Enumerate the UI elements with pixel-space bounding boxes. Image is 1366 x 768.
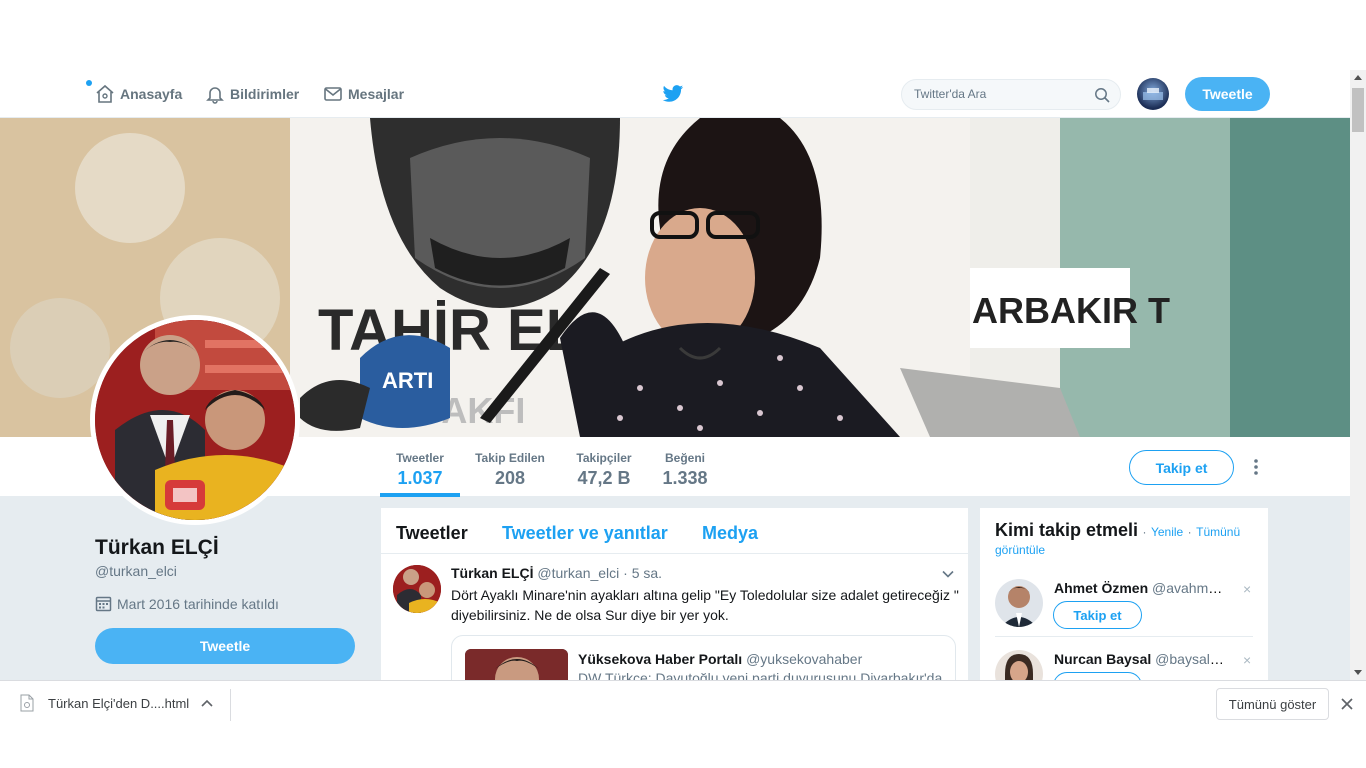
- tweet-avatar-image: [393, 565, 441, 613]
- search-box[interactable]: [901, 79, 1121, 110]
- card-title: Yüksekova Haber Portalı @yuksekovahaber: [578, 651, 862, 667]
- card-source-handle: @yuksekovahaber: [746, 651, 863, 667]
- stat-label: Takipçiler: [576, 451, 632, 465]
- stat-value: 1.037: [397, 468, 443, 488]
- scroll-up-arrow-icon[interactable]: [1354, 75, 1362, 80]
- tweet-text: Dört Ayaklı Minare'nin ayakları altına g…: [451, 587, 959, 623]
- suggested-user-avatar[interactable]: [995, 650, 1043, 680]
- suggestion-divider: [995, 636, 1253, 637]
- profile-avatar-image: [95, 320, 295, 520]
- nav-home[interactable]: Anasayfa: [95, 84, 182, 104]
- home-icon: [96, 84, 114, 103]
- nav-notifications[interactable]: Bildirimler: [205, 84, 299, 104]
- downloaded-file[interactable]: Türkan Elçi'den D....html: [20, 694, 189, 712]
- download-divider: [230, 689, 231, 721]
- tab-tweets-and-replies[interactable]: Tweetler ve yanıtlar: [502, 523, 668, 544]
- profile-name[interactable]: Türkan ELÇİ: [95, 536, 219, 560]
- who-to-follow-heading: Kimi takip etmeli: [995, 520, 1139, 540]
- suggested-user-follow-button[interactable]: Takip et: [1053, 672, 1142, 680]
- separator-dot: ·: [1142, 525, 1147, 539]
- twitter-bird-icon[interactable]: [662, 84, 684, 104]
- timeline: Tweetler Tweetler ve yanıtlar Medya Türk…: [381, 508, 968, 680]
- scroll-down-arrow-icon[interactable]: [1354, 670, 1362, 675]
- nav-home-label: Anasayfa: [120, 86, 183, 102]
- tweet-time[interactable]: · 5 sa.: [623, 565, 662, 581]
- nav-messages[interactable]: Mesajlar: [323, 84, 404, 104]
- profile-joined: Mart 2016 tarihinde katıldı: [95, 595, 279, 612]
- suggested-user[interactable]: Nurcan Baysal @baysal_n... × Takip et: [995, 650, 1253, 680]
- tweet-button[interactable]: Tweetle: [1185, 77, 1270, 111]
- tweet-avatar[interactable]: [393, 565, 441, 613]
- tweet-header: Türkan ELÇİ @turkan_elci · 5 sa.: [451, 565, 662, 581]
- profile-handle[interactable]: @turkan_elci: [95, 563, 177, 579]
- suggested-user-avatar-image: [995, 579, 1043, 627]
- banner-side-text: ARBAKIR T: [972, 290, 1170, 331]
- suggested-user-display-name[interactable]: Ahmet Özmen: [1054, 580, 1148, 596]
- stat-label: Beğeni: [664, 451, 705, 465]
- file-icon: [20, 694, 34, 712]
- suggested-user-avatar-image: [995, 650, 1043, 680]
- banner-mic-label: ARTI: [382, 368, 433, 393]
- suggested-user-avatar[interactable]: [995, 579, 1043, 627]
- new-activity-dot: [86, 80, 92, 86]
- follow-button[interactable]: Takip et: [1129, 450, 1234, 485]
- show-all-downloads-button[interactable]: Tümünü göster: [1216, 688, 1329, 720]
- suggested-user-follow-button[interactable]: Takip et: [1053, 601, 1142, 629]
- bell-icon: [206, 87, 224, 104]
- card-image-photo: [465, 649, 568, 680]
- chevron-down-icon[interactable]: [941, 567, 955, 581]
- suggested-user-handle[interactable]: @baysal_n...: [1155, 651, 1229, 667]
- quoted-tweet-card[interactable]: Yüksekova Haber Portalı @yuksekovahaber …: [451, 635, 956, 680]
- card-text: DW Türkçe: Davutoğlu yeni parti duyurusu…: [578, 670, 943, 680]
- tab-media[interactable]: Medya: [702, 523, 758, 544]
- nav-messages-label: Mesajlar: [348, 86, 405, 102]
- dismiss-suggestion-icon[interactable]: ×: [1243, 652, 1251, 668]
- nav-notifications-label: Bildirimler: [230, 86, 300, 102]
- suggested-user-display-name[interactable]: Nurcan Baysal: [1054, 651, 1151, 667]
- downloaded-file-name: Türkan Elçi'den D....html: [48, 695, 190, 711]
- dismiss-suggestion-icon[interactable]: ×: [1243, 581, 1251, 597]
- stat-value: 208: [494, 468, 526, 488]
- chevron-up-icon[interactable]: [201, 698, 213, 708]
- timeline-tabs: Tweetler Tweetler ve yanıtlar Medya: [381, 508, 968, 554]
- account-avatar[interactable]: [1137, 78, 1169, 110]
- stat-label: Tweetler: [396, 451, 444, 465]
- stat-likes[interactable]: Beğeni 1.338: [645, 451, 725, 489]
- separator-dot: ·: [1187, 525, 1192, 539]
- profile-tweet-button[interactable]: Tweetle: [95, 628, 355, 664]
- search-input[interactable]: [914, 87, 1084, 101]
- more-options-icon[interactable]: [1247, 457, 1265, 477]
- profile-joined-text: Mart 2016 tarihinde katıldı: [117, 595, 279, 612]
- browser-viewport: Anasayfa Bildirimler Mesajlar Tweetle: [0, 0, 1366, 768]
- scrollbar-thumb[interactable]: [1352, 88, 1364, 132]
- account-avatar-image: [1143, 88, 1163, 100]
- envelope-icon: [324, 87, 342, 101]
- stat-followers[interactable]: Takipçiler 47,2 B: [564, 451, 644, 489]
- tab-tweets[interactable]: Tweetler: [396, 523, 468, 544]
- suggested-user-name: Ahmet Özmen @avahmet...: [1054, 580, 1229, 596]
- stat-value: 47,2 B: [577, 468, 631, 488]
- close-icon[interactable]: [1340, 697, 1354, 711]
- card-source-name: Yüksekova Haber Portalı: [578, 651, 743, 667]
- search-icon[interactable]: [1094, 87, 1110, 103]
- suggested-user[interactable]: Ahmet Özmen @avahmet... × Takip et: [995, 579, 1253, 643]
- suggested-user-name: Nurcan Baysal @baysal_n...: [1054, 651, 1229, 667]
- suggested-user-handle[interactable]: @avahmet...: [1152, 580, 1229, 596]
- tweet-author-name[interactable]: Türkan ELÇİ: [451, 565, 533, 581]
- refresh-link[interactable]: Yenile: [1151, 525, 1183, 539]
- card-image: [465, 649, 568, 680]
- top-navigation: Anasayfa Bildirimler Mesajlar Tweetle: [0, 70, 1350, 118]
- page-scrollbar[interactable]: [1350, 70, 1366, 680]
- download-bar: Türkan Elçi'den D....html Tümünü göster: [0, 680, 1366, 728]
- profile-avatar[interactable]: [90, 315, 300, 525]
- stat-tweets[interactable]: Tweetler 1.037: [380, 451, 460, 489]
- who-to-follow: Kimi takip etmeli · Yenile · Tümünü görü…: [980, 508, 1268, 680]
- who-to-follow-title: Kimi takip etmeli · Yenile · Tümünü görü…: [995, 520, 1255, 559]
- stat-value: 1.338: [662, 468, 708, 488]
- stat-label: Takip Edilen: [475, 451, 545, 465]
- tweet-author-handle[interactable]: @turkan_elci: [537, 565, 619, 581]
- stat-following[interactable]: Takip Edilen 208: [470, 451, 550, 489]
- calendar-icon: [95, 596, 112, 612]
